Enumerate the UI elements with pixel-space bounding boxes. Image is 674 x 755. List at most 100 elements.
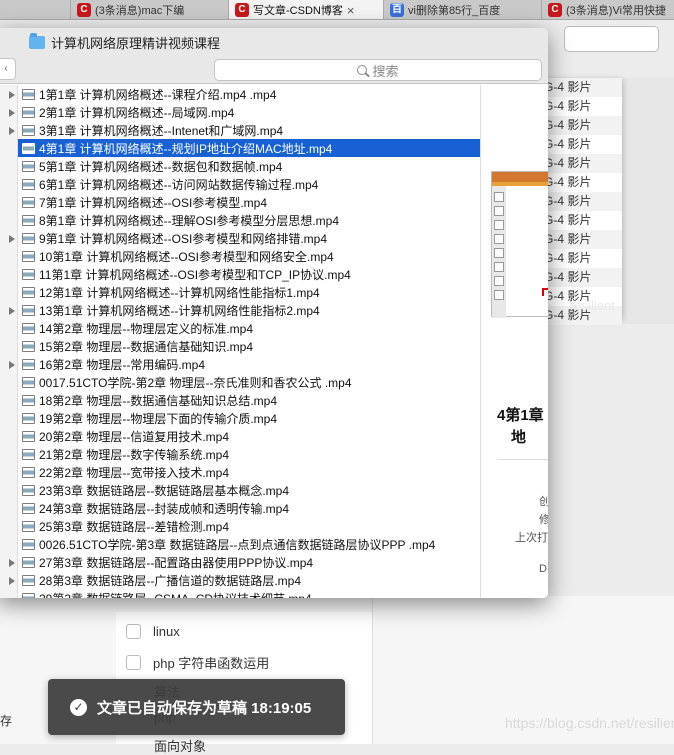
video-file-icon [22, 124, 35, 136]
csdn-favicon-icon: C [77, 3, 91, 17]
video-file-icon [22, 448, 35, 460]
checkbox[interactable] [126, 655, 141, 670]
file-row[interactable]: 13第1章 计算机网络概述--计算机网络性能指标2.mp4 [18, 301, 480, 319]
video-file-icon [22, 484, 35, 496]
file-row[interactable]: 4第1章 计算机网络概述--规划IP地址介绍MAC地址.mp4 [18, 139, 480, 157]
file-row[interactable]: 9第1章 计算机网络概述--OSI参考模型和网络排错.mp4 [18, 229, 480, 247]
preview-filename: 4第1章 地 [497, 407, 544, 446]
video-file-icon [22, 142, 35, 154]
file-name: 23第3章 数据链路层--数据链路层基本概念.mp4 [39, 483, 290, 498]
video-file-icon [22, 574, 35, 586]
file-row[interactable]: 16第2章 物理层--常用编码.mp4 [18, 355, 480, 373]
file-row[interactable]: 21第2章 物理层--数字传输系统.mp4 [18, 445, 480, 463]
disclosure-arrow-icon[interactable] [9, 361, 15, 369]
close-tab-icon[interactable]: × [347, 3, 355, 18]
browser-tab-bar: C (3条消息)mac下编 C 写文章-CSDN博客 × 百 vi删除第85行_… [0, 0, 674, 20]
search-input[interactable]: 搜索 [214, 59, 542, 81]
file-row[interactable]: 22第2章 物理层--宽带接入技术.mp4 [18, 463, 480, 481]
video-file-icon [22, 178, 35, 190]
list-item: G-4 影片 [540, 78, 622, 97]
video-file-icon [22, 556, 35, 568]
list-item: G-4 影片 [544, 213, 592, 227]
file-row[interactable]: 10第1章 计算机网络概述--OSI参考模型和网络安全.mp4 [18, 247, 480, 265]
disclosure-arrow-icon[interactable] [9, 235, 15, 243]
file-row[interactable]: 0017.51CTO学院-第2章 物理层--奈氏准则和香农公式 .mp4 [18, 373, 480, 391]
file-name: 29第3章 数据链路层--CSMA_CD协议技术细节.mp4 [39, 590, 312, 599]
video-file-icon [22, 466, 35, 478]
list-item: G-4 影片 [540, 230, 622, 249]
csdn-favicon-icon: C [235, 3, 249, 17]
file-row[interactable]: 15第2章 物理层--数据通信基础知识.mp4 [18, 337, 480, 355]
file-row[interactable]: 0026.51CTO学院-第3章 数据链路层--点到点通信数据链路层协议PPP … [18, 535, 480, 553]
toast-message: 文章已自动保存为草稿 18:19:05 [97, 699, 312, 717]
autosave-toast: ✓ 文章已自动保存为草稿 18:19:05 [48, 679, 345, 735]
disclosure-arrow-icon[interactable] [9, 577, 15, 585]
category-checkbox-linux[interactable]: linux [126, 624, 180, 639]
window-toolbar: ‹ 搜索 [0, 56, 548, 84]
back-button[interactable]: ‹ [0, 58, 16, 80]
disclosure-arrow-icon[interactable] [9, 559, 15, 567]
window-titlebar: 计算机网络原理精讲视频课程 [0, 28, 548, 56]
file-row[interactable]: 3第1章 计算机网络概述--Intenet和广域网.mp4 [18, 121, 480, 139]
checkbox-label: 面向对象 [154, 739, 207, 754]
tab-baidu-vi[interactable]: 百 vi删除第85行_百度 [383, 0, 541, 19]
video-file-icon [22, 430, 35, 442]
file-name: 7第1章 计算机网络概述--OSI参考模型.mp4 [39, 195, 268, 210]
list-item: G-4 影片 [540, 192, 622, 211]
file-name: 15第2章 物理层--数据通信基础知识.mp4 [39, 339, 254, 354]
file-list: 1第1章 计算机网络概述--课程介绍.mp4 .mp4 2第1章 计算机网络概述-… [18, 85, 480, 598]
video-file-icon [22, 412, 35, 424]
file-name: 4第1章 计算机网络概述--规划IP地址介绍MAC地址.mp4 [39, 141, 333, 156]
video-file-icon [22, 304, 35, 316]
file-row[interactable]: 25第3章 数据链路层--差错检测.mp4 [18, 517, 480, 535]
file-name: 9第1章 计算机网络概述--OSI参考模型和网络排错.mp4 [39, 231, 328, 246]
category-checkbox-php[interactable]: php 字符串函数运用 [126, 653, 269, 672]
disclosure-arrow-icon[interactable] [9, 307, 15, 315]
file-name: 0026.51CTO学院-第3章 数据链路层--点到点通信数据链路层协议PPP … [39, 537, 436, 552]
disclosure-arrow-icon[interactable] [9, 109, 15, 117]
video-file-icon [22, 268, 35, 280]
file-name: 11第1章 计算机网络概述--OSI参考模型和TCP_IP协议.mp4 [39, 267, 351, 282]
tab-write-article[interactable]: C 写文章-CSDN博客 × [228, 0, 383, 19]
checkbox[interactable] [126, 624, 141, 639]
csdn-favicon-icon: C [548, 3, 562, 17]
file-row[interactable]: 28第3章 数据链路层--广播信道的数据链路层.mp4 [18, 571, 480, 589]
video-file-icon [22, 286, 35, 298]
video-thumbnail[interactable] [491, 171, 548, 318]
tab-label: (3条消息)mac下编 [95, 5, 185, 17]
tab-label: (3条消息)Vi常用快捷 [566, 5, 667, 17]
video-file-icon [22, 358, 35, 370]
file-row[interactable]: 14第2章 物理层--物理层定义的标准.mp4 [18, 319, 480, 337]
file-row[interactable]: 18第2章 物理层--数据通信基础知识总结.mp4 [18, 391, 480, 409]
tab-csdn-vi[interactable]: C (3条消息)Vi常用快捷 [541, 0, 674, 19]
disclosure-arrow-icon[interactable] [9, 127, 15, 135]
file-row[interactable]: 29第3章 数据链路层--CSMA_CD协议技术细节.mp4 [18, 589, 480, 598]
disclosure-arrow-icon[interactable] [9, 91, 15, 99]
tab-csdn-mac[interactable]: C (3条消息)mac下编 [70, 0, 228, 19]
video-file-icon [22, 250, 35, 262]
file-name: 12第1章 计算机网络概述--计算机网络性能指标1.mp4 [39, 285, 320, 300]
file-name: 3第1章 计算机网络概述--Intenet和广域网.mp4 [39, 123, 284, 138]
file-row[interactable]: 5第1章 计算机网络概述--数据包和数据帧.mp4 [18, 157, 480, 175]
background-watermark: resilient [570, 298, 615, 313]
video-file-icon [22, 502, 35, 514]
file-row[interactable]: 27第3章 数据链路层--配置路由器使用PPP协议.mp4 [18, 553, 480, 571]
file-row[interactable]: 2第1章 计算机网络概述--局域网.mp4 [18, 103, 480, 121]
background-search-field[interactable] [564, 26, 659, 52]
video-file-icon [22, 196, 35, 208]
file-row[interactable]: 11第1章 计算机网络概述--OSI参考模型和TCP_IP协议.mp4 [18, 265, 480, 283]
file-row[interactable]: 6第1章 计算机网络概述--访问网站数据传输过程.mp4 [18, 175, 480, 193]
file-name: 5第1章 计算机网络概述--数据包和数据帧.mp4 [39, 159, 283, 174]
file-row[interactable]: 8第1章 计算机网络概述--理解OSI参考模型分层思想.mp4 [18, 211, 480, 229]
file-row[interactable]: 23第3章 数据链路层--数据链路层基本概念.mp4 [18, 481, 480, 499]
file-name: 14第2章 物理层--物理层定义的标准.mp4 [39, 321, 254, 336]
file-row[interactable]: 12第1章 计算机网络概述--计算机网络性能指标1.mp4 [18, 283, 480, 301]
video-file-icon [22, 106, 35, 118]
file-name: 16第2章 物理层--常用编码.mp4 [39, 357, 206, 372]
tab-label: 写文章-CSDN博客 [253, 5, 343, 17]
file-row[interactable]: 1第1章 计算机网络概述--课程介绍.mp4 .mp4 [18, 85, 480, 103]
file-row[interactable]: 19第2章 物理层--物理层下面的传输介质.mp4 [18, 409, 480, 427]
file-row[interactable]: 20第2章 物理层--信道复用技术.mp4 [18, 427, 480, 445]
file-row[interactable]: 24第3章 数据链路层--封装成帧和透明传输.mp4 [18, 499, 480, 517]
file-row[interactable]: 7第1章 计算机网络概述--OSI参考模型.mp4 [18, 193, 480, 211]
